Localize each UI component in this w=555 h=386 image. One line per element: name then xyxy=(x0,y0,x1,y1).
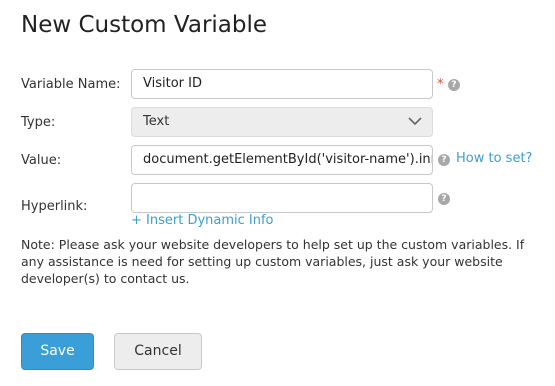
hyperlink-input[interactable] xyxy=(131,183,433,213)
type-select-value: Text xyxy=(143,114,170,129)
type-label: Type: xyxy=(21,115,56,130)
question-circle-icon[interactable]: ? xyxy=(438,154,450,166)
help-note: Note: Please ask your website developers… xyxy=(21,237,525,286)
hyperlink-label: Hyperlink: xyxy=(21,199,88,214)
how-to-set-link[interactable]: How to set? xyxy=(456,151,532,166)
type-select[interactable]: Text xyxy=(131,107,433,137)
variable-name-input[interactable]: Visitor ID xyxy=(131,69,433,99)
cancel-button[interactable]: Cancel xyxy=(114,333,202,370)
insert-dynamic-info-link[interactable]: + Insert Dynamic Info xyxy=(131,213,274,228)
variable-name-label: Variable Name: xyxy=(21,77,121,92)
value-label: Value: xyxy=(21,153,62,168)
question-circle-icon[interactable]: ? xyxy=(438,193,450,205)
chevron-down-icon xyxy=(408,117,422,126)
question-circle-icon[interactable]: ? xyxy=(448,79,460,91)
value-input[interactable]: document.getElementById('visitor-name').… xyxy=(131,145,433,175)
save-button[interactable]: Save xyxy=(21,333,94,370)
required-asterisk: * xyxy=(437,77,444,92)
page-title: New Custom Variable xyxy=(21,12,268,38)
